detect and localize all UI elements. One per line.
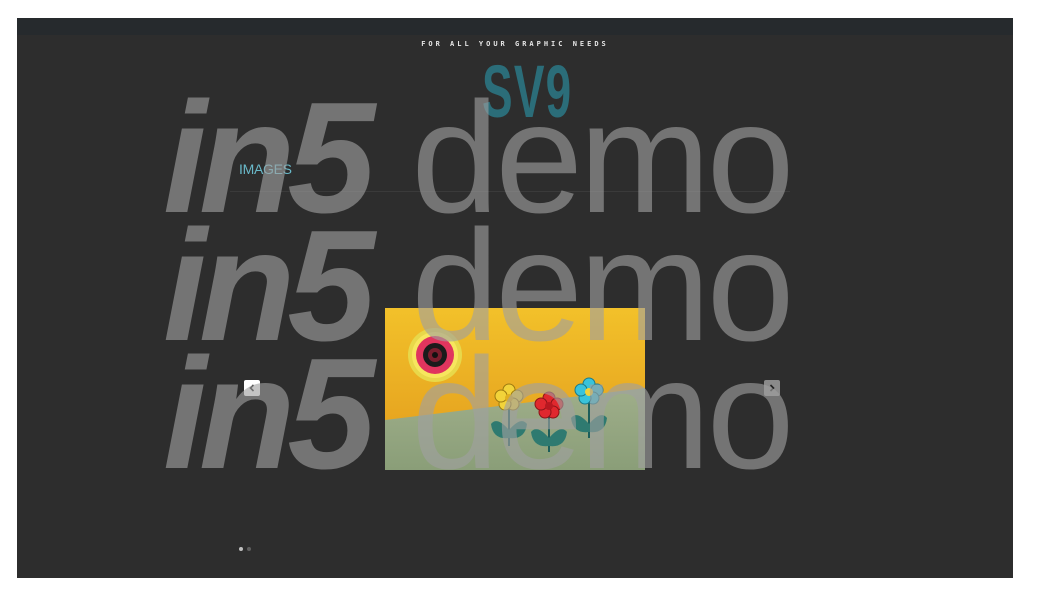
site-logo[interactable]: SV9 xyxy=(482,52,571,132)
page-stage: FOR ALL YOUR GRAPHIC NEEDS SV9 IMAGES in… xyxy=(17,18,1013,578)
slideshow-prev-button[interactable] xyxy=(244,380,260,396)
slide-illustration xyxy=(385,308,645,470)
slideshow-next-button[interactable] xyxy=(764,380,780,396)
section-title: IMAGES xyxy=(239,161,292,177)
tagline: FOR ALL YOUR GRAPHIC NEEDS xyxy=(421,40,609,48)
divider xyxy=(230,191,790,192)
slideshow-image[interactable] xyxy=(385,308,645,470)
slide-dot-1[interactable] xyxy=(239,547,243,551)
slideshow-pagination xyxy=(239,547,251,551)
chevron-left-icon xyxy=(249,384,255,392)
slide-dot-2[interactable] xyxy=(247,547,251,551)
chevron-right-icon xyxy=(769,384,775,392)
top-bar xyxy=(17,18,1013,35)
